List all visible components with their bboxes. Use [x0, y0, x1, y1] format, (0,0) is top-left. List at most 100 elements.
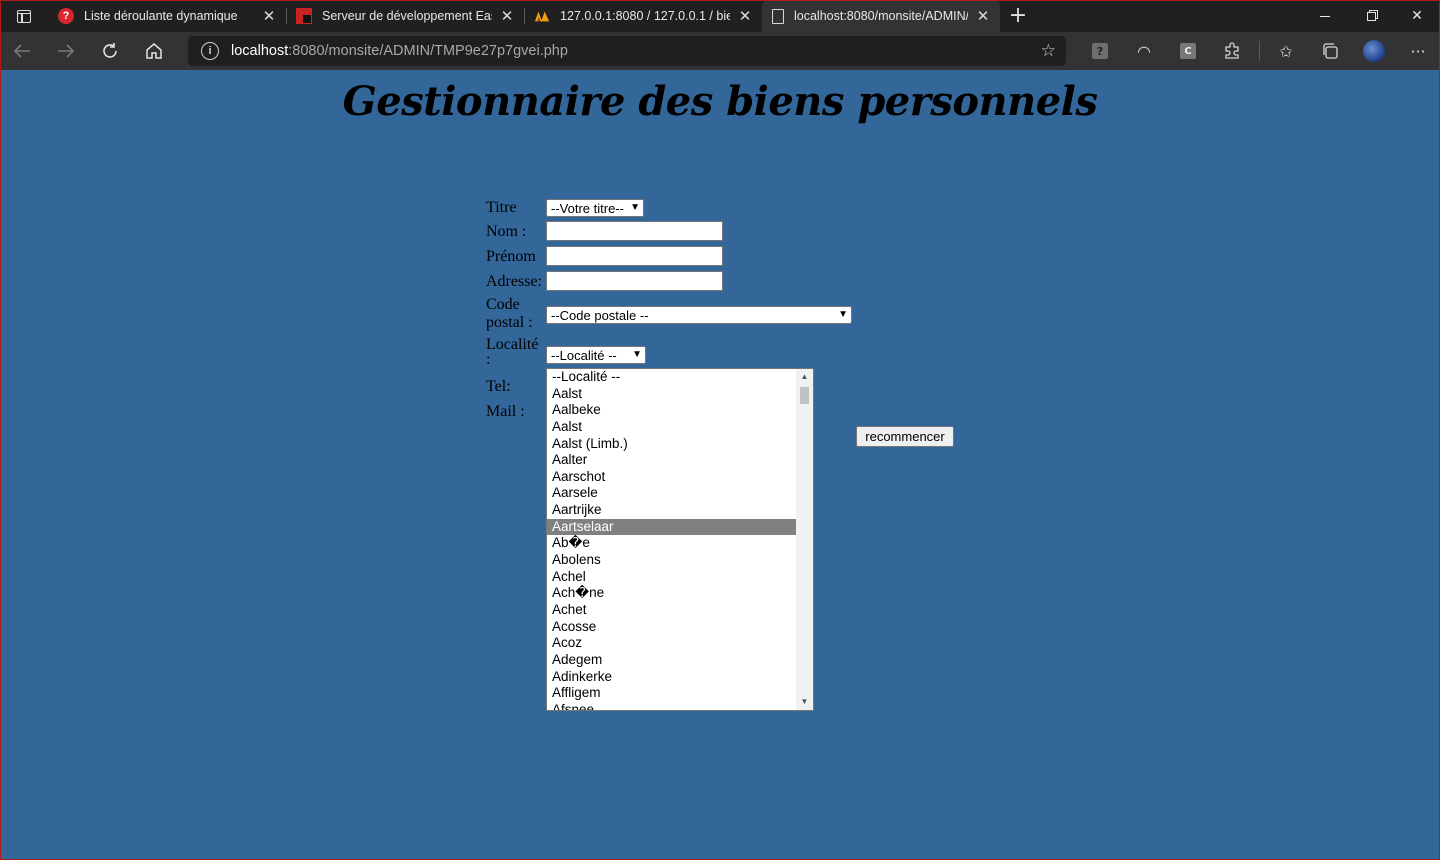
address-bar[interactable]: i localhost:8080/monsite/ADMIN/TMP9e27p7… [188, 36, 1066, 66]
dropdown-option[interactable]: Acosse [547, 619, 797, 636]
dropdown-option[interactable]: Ab�e [547, 535, 797, 552]
code-postal-select-value: --Code postale -- [551, 307, 649, 323]
profile-button[interactable] [1352, 32, 1396, 70]
dropdown-option[interactable]: Aarsele [547, 485, 797, 502]
label-prenom: Prénom [486, 248, 536, 265]
localite-dropdown-list[interactable]: --Localité -- Aalst Aalbeke Aalst Aalst (Lim… [546, 368, 814, 711]
refresh-button[interactable] [88, 32, 132, 70]
dropdown-option[interactable]: Affligem [547, 685, 797, 702]
home-icon [146, 43, 162, 59]
dropdown-option[interactable]: Aalst (Limb.) [547, 436, 797, 453]
dropdown-option[interactable]: Achet [547, 602, 797, 619]
dropdown-option[interactable]: Aalst [547, 386, 797, 403]
collections-button[interactable] [1308, 32, 1352, 70]
favorites-button[interactable]: ✩ [1264, 32, 1308, 70]
nom-input[interactable] [546, 221, 723, 241]
label-code-postal-line1: Code [486, 296, 520, 313]
collections-icon [1323, 43, 1338, 59]
adresse-input[interactable] [546, 271, 723, 291]
tab-localhost-active[interactable]: localhost:8080/monsite/ADMIN/TMP9e27p7gv… [762, 0, 1000, 32]
puzzle-icon [1225, 42, 1239, 59]
extension-help-button[interactable]: ? [1078, 32, 1122, 70]
page-title: Gestionnaire des biens personnels [342, 78, 1098, 125]
label-adresse: Adresse: [486, 273, 542, 290]
dropdown-option[interactable]: --Localité -- [547, 369, 797, 386]
restore-icon [1366, 11, 1376, 21]
refresh-icon [103, 43, 117, 58]
add-favorite-icon[interactable]: ☆ [1041, 41, 1056, 61]
back-button[interactable] [0, 32, 44, 70]
label-tel: Tel: [486, 378, 511, 395]
dropdown-option[interactable]: Acoz [547, 635, 797, 652]
question-icon: ? [58, 8, 74, 24]
dropdown-option[interactable]: Adinkerke [547, 669, 797, 686]
avatar [1363, 40, 1385, 62]
dropdown-option[interactable]: Aartselaar [547, 518, 797, 536]
extension-c-button[interactable]: C [1166, 32, 1210, 70]
code-postal-select[interactable]: --Code postale -- ▼ [546, 306, 852, 324]
easyphp-icon [296, 8, 312, 24]
label-titre: Titre [486, 199, 517, 216]
question-box-icon: ? [1092, 43, 1108, 59]
tab-phpmyadmin[interactable]: 127.0.0.1:8080 / 127.0.0.1 / biens ✕ [524, 0, 762, 32]
dropdown-option[interactable]: Aalter [547, 452, 797, 469]
tab-bar: ? Liste déroulante dynamique ✕ Serveur d… [0, 0, 1440, 32]
c-box-icon: C [1180, 43, 1196, 59]
tab-title: localhost:8080/monsite/ADMIN/TMP9e27p7gv… [794, 9, 968, 23]
chevron-down-icon: ▼ [838, 309, 848, 320]
dropdown-option[interactable]: Abolens [547, 552, 797, 569]
dropdown-options: --Localité -- Aalst Aalbeke Aalst Aalst (Lim… [547, 369, 797, 710]
extensions-button[interactable] [1210, 32, 1254, 70]
dropdown-option[interactable]: Aartrijke [547, 502, 797, 519]
window-controls: ✕ [1302, 0, 1440, 32]
tab-actions-icon [17, 9, 31, 23]
dropdown-option[interactable]: Aarschot [547, 469, 797, 486]
tab-title: Serveur de développement EasyPHP [322, 9, 492, 23]
localite-select[interactable]: --Localité -- ▼ [546, 346, 646, 364]
forward-button[interactable] [44, 32, 88, 70]
info-icon[interactable]: i [201, 42, 219, 60]
label-localite: Localité : [486, 336, 538, 368]
close-window-button[interactable]: ✕ [1394, 0, 1440, 32]
label-mail: Mail : [486, 403, 525, 420]
scrollbar-thumb[interactable] [800, 387, 809, 404]
label-nom: Nom : [486, 223, 527, 240]
favorites-icon: ✩ [1279, 41, 1293, 61]
dropdown-option[interactable]: Achel [547, 569, 797, 586]
label-code-postal-line2: postal : [486, 314, 533, 331]
close-icon[interactable]: ✕ [974, 7, 992, 25]
url-path: :8080/monsite/ADMIN/TMP9e27p7gvei.php [288, 43, 568, 59]
prenom-input[interactable] [546, 246, 723, 266]
page-content: Gestionnaire des biens personnels Titre … [1, 70, 1439, 859]
tab-actions-button[interactable] [0, 0, 48, 32]
more-icon: ··· [1410, 41, 1426, 61]
dropdown-option[interactable]: Aalst [547, 419, 797, 436]
restore-button[interactable] [1348, 0, 1394, 32]
label-code-postal: Code postal : [486, 296, 533, 332]
titre-select[interactable]: --Votre titre-- ▼ [546, 199, 644, 217]
dropdown-option[interactable]: Afsnee [547, 702, 797, 710]
phpmyadmin-icon [534, 8, 550, 24]
tab-liste-deroulante[interactable]: ? Liste déroulante dynamique ✕ [48, 0, 286, 32]
new-tab-button[interactable]: + [1000, 0, 1036, 32]
extension-headphones-button[interactable]: ◠ [1122, 32, 1166, 70]
dropdown-option[interactable]: Adegem [547, 652, 797, 669]
settings-menu-button[interactable]: ··· [1396, 32, 1440, 70]
toolbar-separator [1254, 32, 1264, 70]
close-icon[interactable]: ✕ [736, 7, 754, 25]
tab-easyphp[interactable]: Serveur de développement EasyPHP ✕ [286, 0, 524, 32]
scroll-up-icon[interactable]: ▲ [796, 370, 813, 384]
reset-button[interactable]: recommencer [856, 426, 954, 447]
toolbar-extensions: ? ◠ C ✩ ··· [1078, 32, 1440, 70]
dropdown-option[interactable]: Aalbeke [547, 402, 797, 419]
minimize-button[interactable] [1302, 0, 1348, 32]
close-icon[interactable]: ✕ [498, 7, 516, 25]
page-icon [772, 8, 784, 24]
dropdown-option[interactable]: Ach�ne [547, 585, 797, 602]
close-icon[interactable]: ✕ [260, 7, 278, 25]
tab-title: 127.0.0.1:8080 / 127.0.0.1 / biens [560, 9, 730, 23]
home-button[interactable] [132, 32, 176, 70]
url-host: localhost [231, 43, 289, 59]
scroll-down-icon[interactable]: ▼ [796, 695, 813, 709]
dropdown-scrollbar[interactable]: ▲ ▼ [796, 369, 813, 710]
